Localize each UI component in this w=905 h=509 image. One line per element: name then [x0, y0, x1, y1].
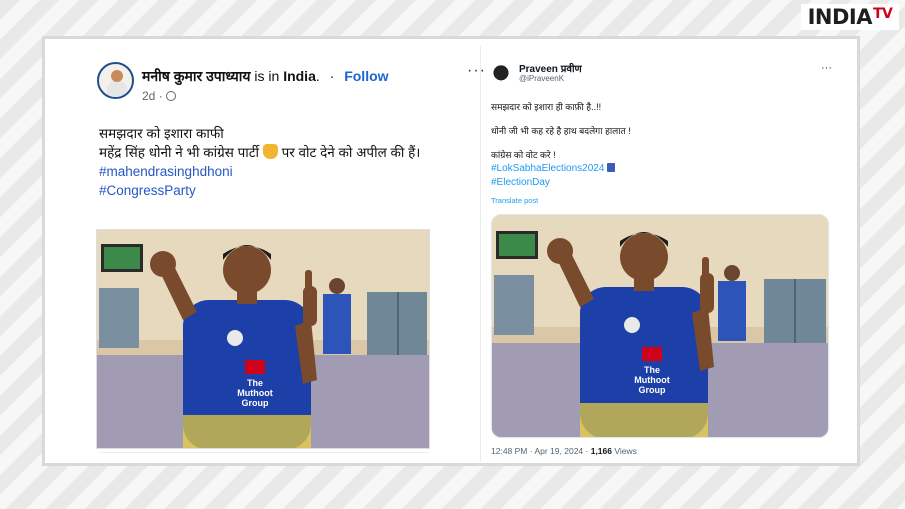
more-options-icon[interactable]: ···: [821, 62, 832, 74]
post-timestamp-line: 12:48 PM · Apr 19, 2024 · 1,166 Views: [491, 446, 637, 456]
logo-tv-text: TV: [873, 6, 893, 22]
post-time[interactable]: 2d: [142, 89, 155, 103]
user-handle[interactable]: @iPraveenK: [519, 74, 564, 83]
post-line-1: समझदार को इशारा काफी: [99, 126, 224, 141]
dressing-room-photo: The Muthoot Group: [492, 215, 828, 437]
post-text: समझदार को इशारा ही काफ़ी है..!! धोनी जी …: [491, 100, 821, 208]
hashtag-link[interactable]: #mahendrasinghdhoni: [99, 162, 439, 181]
jersey-text-line: Group: [639, 385, 666, 395]
post-line-1: समझदार को इशारा ही काफ़ी है..!!: [491, 102, 602, 112]
author-line: मनीष कुमार उपाध्याय is in India. · Follo…: [142, 68, 389, 84]
display-name[interactable]: Praveen प्रवीण: [519, 61, 582, 75]
raised-hand-emoji-icon: [262, 144, 278, 159]
post-header: मनीष कुमार उपाध्याय is in India. · Follo…: [97, 62, 492, 106]
hashtag-link[interactable]: #CongressParty: [99, 181, 439, 200]
jersey-text-line: The: [247, 378, 263, 388]
separator-dot: ·: [329, 68, 335, 84]
post-photo[interactable]: The Muthoot Group: [96, 229, 430, 449]
post-line-2a: महेंद्र सिंह धोनी ने भी कांग्रेस पार्टी: [99, 145, 260, 160]
post-meta: 2d ·: [142, 89, 177, 103]
comparison-frame: मनीष कुमार उपाध्याय is in India. · Follo…: [42, 36, 860, 466]
author-name[interactable]: मनीष कुमार उपाध्याय: [142, 68, 251, 84]
jersey-text-line: Muthoot: [634, 375, 669, 385]
follow-button[interactable]: Follow: [344, 68, 388, 84]
jersey-text-line: Muthoot: [237, 388, 272, 398]
globe-icon: [166, 91, 177, 101]
post-line-2b: पर वोट देने को अपील की हैं।: [281, 145, 421, 160]
dressing-room-photo: The Muthoot Group: [97, 230, 429, 448]
jersey-text-line: The: [644, 365, 660, 375]
facebook-post: मनीष कुमार उपाध्याय is in India. · Follo…: [87, 46, 487, 462]
logo-text: INDIA: [807, 5, 873, 29]
hashtag-link[interactable]: #LokSabhaElections2024: [491, 162, 821, 176]
views-label: Views: [614, 446, 637, 456]
jersey-text-line: Group: [242, 398, 269, 408]
post-text: समझदार को इशारा काफी महेंद्र सिंह धोनी न…: [99, 124, 439, 200]
views-count: 1,166: [590, 446, 612, 456]
post-photo[interactable]: The Muthoot Group: [491, 214, 829, 438]
post-timestamp[interactable]: 12:48 PM · Apr 19, 2024 ·: [491, 446, 588, 456]
post-line-2: धोनी जी भी कह रहे है हाथ बदलेगा हालात !: [491, 126, 631, 136]
translate-post-link[interactable]: Translate post: [491, 194, 821, 208]
hashtag-link[interactable]: #ElectionDay: [491, 176, 821, 190]
x-post: Praveen प्रवीण @iPraveenK ··· समझदार को …: [480, 46, 860, 462]
post-line-3: कांग्रेस को वोट करे !: [491, 150, 556, 160]
location-name[interactable]: India: [283, 68, 316, 84]
ballot-box-emoji-icon: [607, 163, 616, 172]
avatar[interactable]: [97, 62, 134, 99]
divider: [99, 452, 429, 460]
location-prefix: is in: [254, 68, 280, 84]
indiatv-logo: INDIA TV: [801, 4, 899, 30]
avatar[interactable]: [491, 64, 511, 86]
